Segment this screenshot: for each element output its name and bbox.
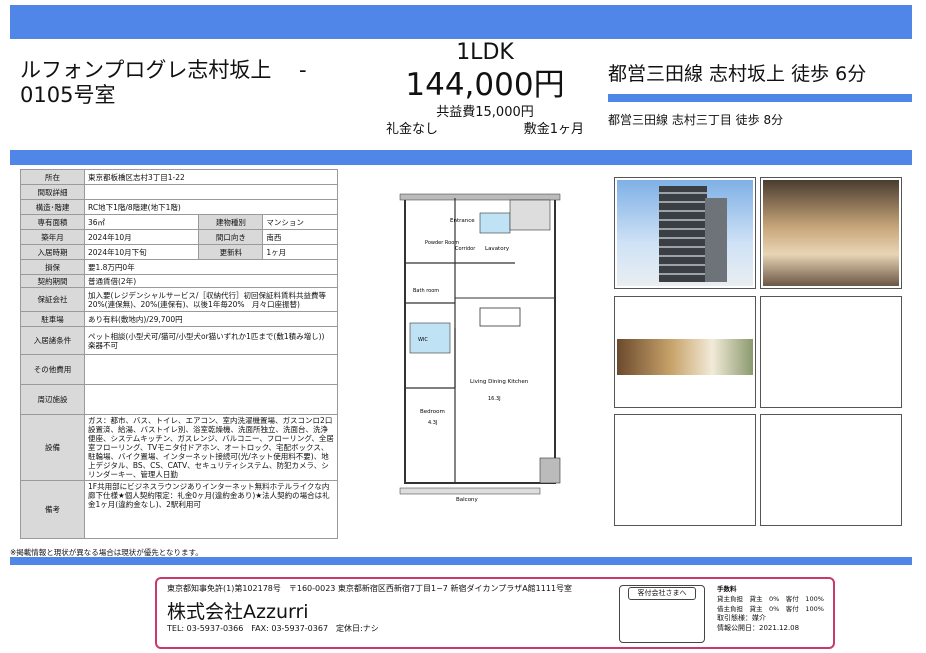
spec-label: 間取詳細 [20,184,85,200]
spec-label: 所在 [20,169,85,185]
spec-value [84,384,338,415]
photo-lounge [614,296,756,408]
bottom-band [10,557,912,565]
plan-entrance: Entrance [450,218,475,224]
fee-info: 手数料 貸主負担 貸主 0% 客付 100% 借主負担 貸主 0% 客付 100… [717,583,829,633]
station-main: 都営三田線 志村坂上 徒歩 6分 [608,63,867,85]
spec-value: あり有料(敷地内)/29,700円 [84,311,338,327]
fee-row: 借主負担 貸主 0% 客付 100% [717,605,824,613]
rent-price: 144,000円 [405,67,565,103]
plan-lavatory: Lavatory [485,246,510,252]
spec-value: 1F共用部にビジネスラウンジありインターネット無料ホテルライクな内廊下仕様★個人… [84,480,338,539]
license-address: 東京都知事免許(1)第102178号 〒160-0023 東京都新宿区西新宿7丁… [167,584,573,593]
spec-value [84,354,338,385]
property-title: ルフォンプログレ志村坂上 - 0105号室 [20,58,307,107]
spec-label: 駐車場 [20,311,85,327]
building-side [705,198,727,282]
plan-wic: WIC [418,337,428,343]
header-divider [10,150,912,165]
spec-value: ペット相談(小型犬可/猫可/小型犬or猫いずれか1匹まで(敷1積み増し)) 楽器… [84,326,338,355]
spec-label: 入居諸条件 [20,326,85,355]
photo-empty-1 [760,296,902,408]
plan-bed-size: 4.3J [428,420,437,426]
spec-value: 2024年10月 [83,229,200,245]
deposit: 敷金1ヶ月 [523,122,584,137]
photo-lobby [760,177,902,289]
disclaimer-note: ※掲載情報と現状が異なる場合は現状が優先となります。 [10,548,203,557]
spec-value: 1ヶ月 [262,244,338,260]
station-block: 都営三田線 志村坂上 徒歩 6分 都営三田線 志村三丁目 徒歩 8分 [608,62,908,128]
spec-label: 更新料 [198,244,264,260]
spec-label: 周辺施設 [20,384,85,415]
spec-label: 損保 [20,259,85,275]
spec-value: 東京都板橋区志村3丁目1-22 [84,169,338,185]
plan-bedroom: Bedroom [420,409,445,415]
plan-ldk: Living Dining Kitchen [470,379,529,385]
layout-type: 1LDK [456,40,514,65]
plan-corridor: Corridor [455,246,476,252]
key-deposit-row: 礼金なし 敷金1ヶ月 [380,121,590,138]
common-fee: 共益費15,000円 [436,105,534,120]
spec-value: 2024年10月下旬 [83,244,200,260]
plan-bath: Bath room [413,288,439,294]
spec-label: 設備 [20,414,85,481]
spec-value: 36㎡ [83,214,200,230]
contact-info: TEL: 03-5937-0366 FAX: 03-5937-0367 定休日:… [167,624,379,633]
spec-value [84,184,338,200]
spec-label: 備考 [20,480,85,539]
top-band [10,5,912,39]
spec-value: 加入要(レジデンシャルサービス/［収納代行］初回保証料賃料共益費等20%(連保無… [84,287,338,312]
spec-label: その他費用 [20,354,85,385]
key-money: 礼金なし [386,122,439,137]
spec-value: ガス：都市、バス、トイレ、エアコン、室内洗濯機置場、ガスコンロ2口設置済、給湯、… [84,414,338,481]
spec-value: マンション [262,214,338,230]
spec-value: 南西 [262,229,338,245]
spec-table: 所在 東京都板橋区志村3丁目1-22 間取詳細 構造･階建 RC地下1階/8階建(地… [20,169,338,539]
plan-balcony: Balcony [456,497,479,503]
spec-value: 普通賃借(2年) [84,274,338,288]
spec-value: RC地下1階/8階建(地下1階) [84,199,338,215]
agency-footer: 東京都知事免許(1)第102178号 〒160-0023 東京都新宿区西新宿7丁… [155,577,835,649]
stamp-box: 客付会社さまへ [619,585,705,643]
spec-label: 契約期間 [20,274,85,288]
floor-plan: Entrance Powder Room Corridor Lavatory B… [399,193,561,503]
spec-label: 間口向き [198,229,264,245]
photo-empty-3 [760,414,902,526]
spec-label: 保証会社 [20,287,85,312]
building-shape [659,186,707,282]
info-date: 情報公開日：2021.12.08 [717,624,800,632]
plan-ldk-size: 16.3J [488,396,501,402]
fee-row: 貸主負担 貸主 0% 客付 100% [717,595,824,603]
spec-label: 構造･階建 [20,199,85,215]
stamp-label: 客付会社さまへ [628,587,696,600]
spec-label: 専有面積 [20,214,85,230]
spec-label: 築年月 [20,229,85,245]
spec-label: 入居時期 [20,244,85,260]
photo-empty-2 [614,414,756,526]
fee-title: 手数料 [717,585,737,593]
transaction-type: 取引態様：媒介 [717,614,766,622]
station-sub: 都営三田線 志村三丁目 徒歩 8分 [608,113,784,127]
spec-value: 要1.8万円0年 [84,259,338,275]
spec-label: 建物種別 [198,214,264,230]
lounge-image [617,339,753,375]
price-block: 1LDK 144,000円 共益費15,000円 礼金なし 敷金1ヶ月 [380,40,590,138]
photo-exterior [614,177,756,289]
company-name: 株式会社Azzurri [167,601,309,623]
